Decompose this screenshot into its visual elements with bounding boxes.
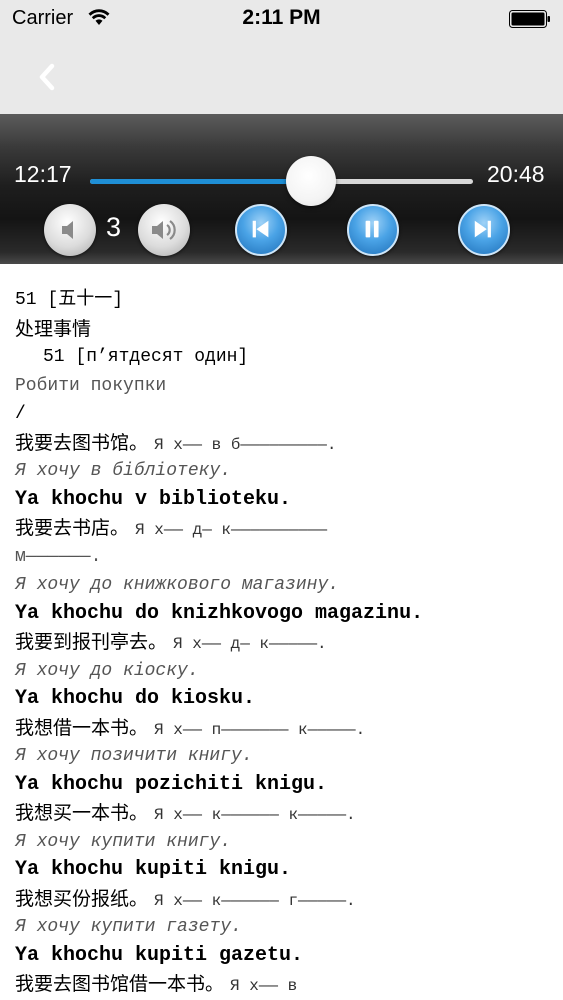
- status-bar: Carrier 2:11 PM: [0, 0, 563, 38]
- skip-previous-icon: [252, 220, 269, 238]
- battery-icon: [509, 10, 550, 28]
- lesson-number-translation: 51 [п’ятдесят один]: [43, 347, 249, 367]
- chinese-text: 我要去书店。: [15, 517, 130, 539]
- chinese-sentence: 我要去图书馆。 Я х—— в б—————————.: [15, 429, 555, 458]
- translation-hint: Я х—— к—————— г—————.: [154, 891, 356, 910]
- ukrainian-text: м——————.: [15, 546, 102, 567]
- ukrainian-sentence: Я хочу до кіоску.: [15, 660, 199, 681]
- previous-button[interactable]: [235, 204, 287, 256]
- pause-button[interactable]: [347, 204, 399, 256]
- lesson-content[interactable]: 51 [五十一] 处理事情 51 [п’ятдесят один] Робити по…: [0, 264, 563, 1000]
- pause-icon: [365, 220, 379, 238]
- transliteration: Ya khochu kupiti gazetu.: [15, 943, 304, 967]
- back-button[interactable]: [30, 58, 64, 96]
- ukrainian-sentence: Я хочу в бібліотеку.: [15, 461, 232, 481]
- progress-thumb[interactable]: [286, 156, 337, 206]
- progress-fill: [90, 179, 312, 184]
- lesson-text: 51 [五十一] 处理事情 51 [п’ятдесят один] Робити по…: [15, 286, 555, 999]
- ukrainian-sentence: Я хочу купити книгу.: [15, 831, 232, 852]
- chinese-sentence: 我要到报刊亭去。 Я х—— д— к—————.: [15, 628, 555, 657]
- chinese-sentence: 我想买份报纸。 Я х—— к—————— г—————.: [15, 885, 555, 914]
- translation-hint: Я х—— в: [230, 977, 298, 995]
- progress-slider[interactable]: [90, 156, 473, 206]
- volume-down-button[interactable]: [44, 204, 96, 256]
- chinese-text: 我想买一本书。: [15, 802, 149, 824]
- ukrainian-sentence: Я хочу позичити книгу.: [15, 746, 253, 766]
- transliteration: Ya khochu do kiosku.: [15, 687, 256, 710]
- translation-hint: Я х—— д— к——————————: [135, 521, 328, 539]
- chinese-text: 我要到报刊亭去。: [15, 631, 168, 653]
- chinese-text: 我想借一本书。: [15, 716, 149, 739]
- audio-player: 12:17 20:48 3: [0, 114, 563, 264]
- translation-hint: Я х—— д— к—————.: [173, 635, 327, 653]
- ukrainian-sentence: Я хочу до книжкового магазину.: [15, 575, 340, 595]
- volume-up-button[interactable]: [138, 204, 190, 256]
- ukrainian-sentence: Я хочу купити газету.: [15, 917, 242, 937]
- translation-hint: Я х—— п——————— к—————.: [154, 720, 366, 739]
- chinese-sentence: 我要去书店。 Я х—— д— к——————————: [15, 514, 555, 543]
- lesson-title: 处理事情: [15, 315, 555, 344]
- volume-up-icon: [152, 220, 176, 240]
- status-time: 2:11 PM: [242, 6, 321, 29]
- next-button[interactable]: [458, 204, 510, 256]
- volume-level: 3: [106, 212, 122, 242]
- ukrainian-text: Робити покупки: [15, 375, 167, 396]
- chinese-text: 我想买份报纸。: [15, 887, 149, 910]
- chinese-sentence: 我要去图书馆借一本书。 Я х—— в: [15, 970, 555, 999]
- transliteration: Ya khochu do knizhkovogo magazinu.: [15, 601, 424, 625]
- chinese-text: 处理事情: [15, 317, 92, 340]
- translation-hint: Я х—— в б—————————.: [154, 435, 337, 454]
- total-time: 20:48: [487, 161, 545, 187]
- translation-hint: Я х—— к—————— к—————.: [154, 806, 356, 824]
- lesson-number: 51 [五十一]: [15, 290, 124, 310]
- chinese-sentence: 我想借一本书。 Я х—— п——————— к—————.: [15, 714, 555, 743]
- chinese-text: 我要去图书馆。: [15, 431, 149, 454]
- volume-down-icon: [62, 221, 73, 239]
- navigation-bar: [0, 38, 563, 114]
- lesson-number: /: [15, 404, 26, 424]
- skip-next-icon: [474, 220, 491, 238]
- transliteration: Ya khochu kupiti knigu.: [15, 858, 292, 881]
- transliteration: Ya khochu pozichiti knigu.: [15, 772, 328, 796]
- current-time: 12:17: [14, 161, 72, 187]
- chevron-left-icon: [39, 63, 55, 91]
- chinese-text: 我要去图书馆借一本书。: [15, 973, 225, 995]
- chinese-sentence: 我想买一本书。 Я х—— к—————— к—————.: [15, 799, 555, 828]
- transliteration: Ya khochu v biblioteku.: [15, 487, 292, 511]
